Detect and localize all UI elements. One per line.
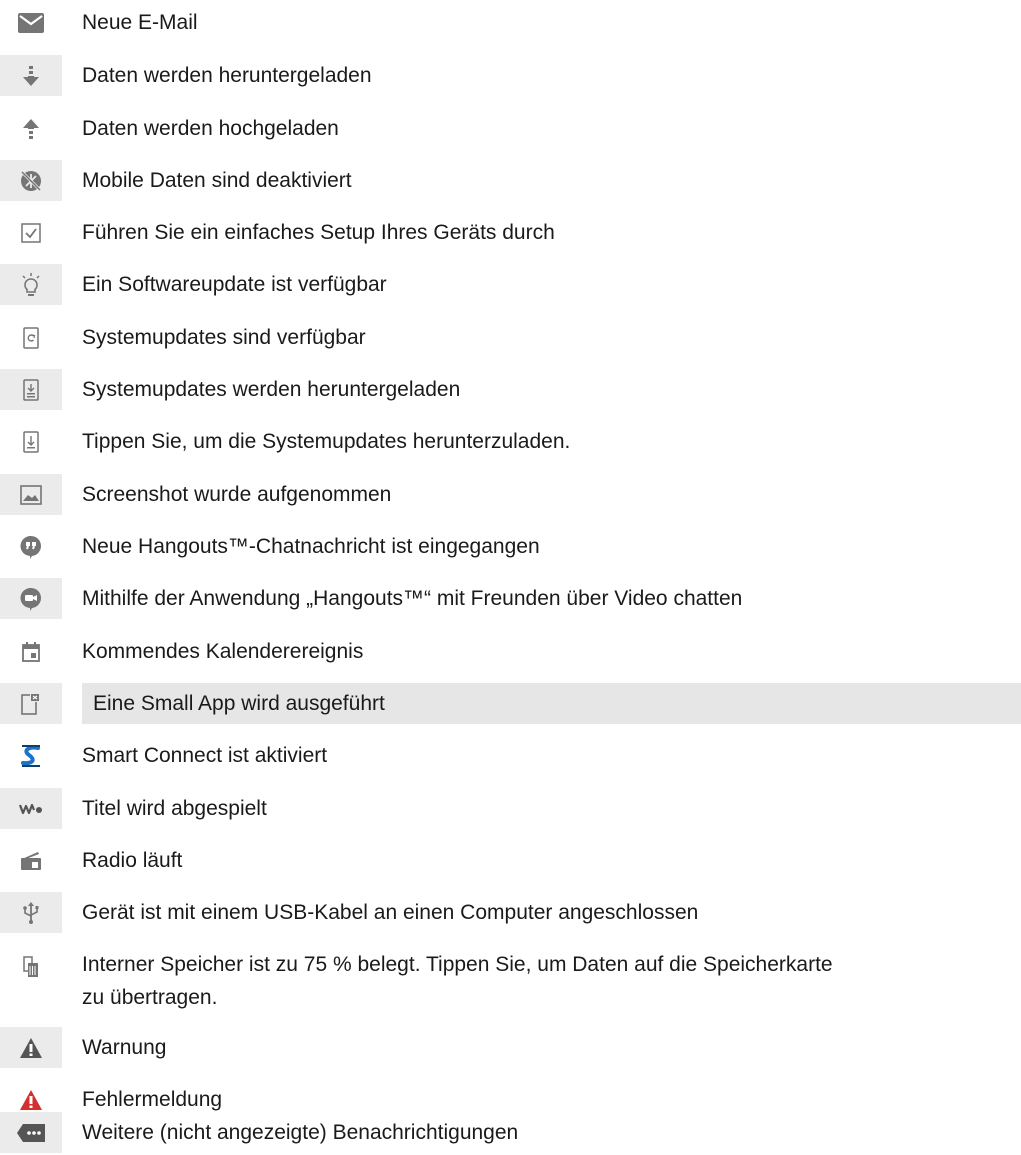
list-item-label: Neue E-Mail — [82, 11, 198, 34]
storage-card-icon — [0, 944, 62, 1016]
list-item-label: Mithilfe der Anwendung „Hangouts™“ mit F… — [82, 587, 743, 610]
list-item-label: Gerät ist mit einem USB-Kabel an einen C… — [82, 901, 699, 924]
envelope-icon — [0, 2, 62, 43]
list-item-label: Systemupdates werden heruntergeladen — [82, 378, 461, 401]
list-item-label: Warnung — [82, 1036, 167, 1059]
list-item-label: Tippen Sie, um die Systemupdates herunte… — [82, 430, 571, 453]
walkman-icon — [0, 788, 62, 829]
list-item-label: Daten werden heruntergeladen — [82, 64, 372, 87]
list-item: Screenshot wurde aufgenommen — [0, 474, 1021, 515]
list-item-label: Daten werden hochgeladen — [82, 117, 339, 140]
list-item-label: Neue Hangouts™-Chatnachricht ist eingega… — [82, 535, 540, 558]
list-item-label-line-1: Interner Speicher ist zu 75 % belegt. Ti… — [82, 953, 833, 976]
screenshot-image-icon — [0, 474, 62, 515]
list-item: Systemupdates werden heruntergeladen — [0, 369, 1021, 410]
warning-icon — [0, 1027, 62, 1068]
list-item-label: Eine Small App wird ausgeführt — [82, 683, 1021, 724]
list-item: Kommendes Kalenderereignis — [0, 631, 1021, 672]
system-update-icon — [0, 317, 62, 358]
list-item-label-line-2: zu übertragen. — [82, 986, 218, 1009]
hangouts-video-icon — [0, 578, 62, 619]
list-item: Neue E-Mail — [0, 2, 1021, 43]
lightbulb-icon — [0, 264, 62, 305]
calendar-icon — [0, 631, 62, 672]
mobile-data-disabled-icon — [0, 160, 62, 201]
list-item: Neue Hangouts™-Chatnachricht ist eingega… — [0, 526, 1021, 567]
list-item: Weitere (nicht angezeigte) Benachrichtig… — [0, 1112, 1021, 1153]
list-item: Daten werden hochgeladen — [0, 108, 1021, 149]
system-update-download-icon — [0, 369, 62, 410]
list-item: Ein Softwareupdate ist verfügbar — [0, 264, 1021, 305]
list-item: Systemupdates sind verfügbar — [0, 317, 1021, 358]
list-item: Smart Connect ist aktiviert — [0, 735, 1021, 776]
list-item-label: Kommendes Kalenderereignis — [82, 640, 364, 663]
list-item: Daten werden heruntergeladen — [0, 55, 1021, 96]
list-item-label: Titel wird abgespielt — [82, 797, 267, 820]
list-item-label: Mobile Daten sind deaktiviert — [82, 169, 352, 192]
list-item: Warnung — [0, 1027, 1021, 1068]
list-item-label: Systemupdates sind verfügbar — [82, 326, 366, 349]
usb-icon — [0, 892, 62, 933]
smart-connect-icon — [0, 735, 62, 776]
list-item: Eine Small App wird ausgeführt — [0, 683, 1021, 724]
checkbox-checked-icon — [0, 212, 62, 253]
small-app-icon — [0, 683, 62, 724]
list-item: Führen Sie ein einfaches Setup Ihres Ger… — [0, 212, 1021, 253]
list-item: Gerät ist mit einem USB-Kabel an einen C… — [0, 892, 1021, 933]
list-item-label: Ein Softwareupdate ist verfügbar — [82, 273, 387, 296]
list-item-label: Smart Connect ist aktiviert — [82, 744, 328, 767]
download-arrow-icon — [0, 55, 62, 96]
list-item-label: Screenshot wurde aufgenommen — [82, 483, 392, 506]
list-item-label: Weitere (nicht angezeigte) Benachrichtig… — [82, 1121, 519, 1144]
list-item: Mithilfe der Anwendung „Hangouts™“ mit F… — [0, 578, 1021, 619]
list-item: Interner Speicher ist zu 75 % belegt. Ti… — [0, 944, 1021, 1016]
list-item-label: Führen Sie ein einfaches Setup Ihres Ger… — [82, 221, 555, 244]
list-item-label: Radio läuft — [82, 849, 183, 872]
radio-icon — [0, 840, 62, 881]
list-item: Tippen Sie, um die Systemupdates herunte… — [0, 421, 1021, 462]
list-item: Mobile Daten sind deaktiviert — [0, 160, 1021, 201]
tap-download-icon — [0, 421, 62, 462]
upload-arrow-icon — [0, 108, 62, 149]
list-item-label: Interner Speicher ist zu 75 % belegt. Ti… — [82, 944, 1021, 1016]
more-notifications-icon — [0, 1112, 62, 1153]
list-item: Radio läuft — [0, 840, 1021, 881]
list-item: Titel wird abgespielt — [0, 788, 1021, 829]
hangouts-quote-icon — [0, 526, 62, 567]
